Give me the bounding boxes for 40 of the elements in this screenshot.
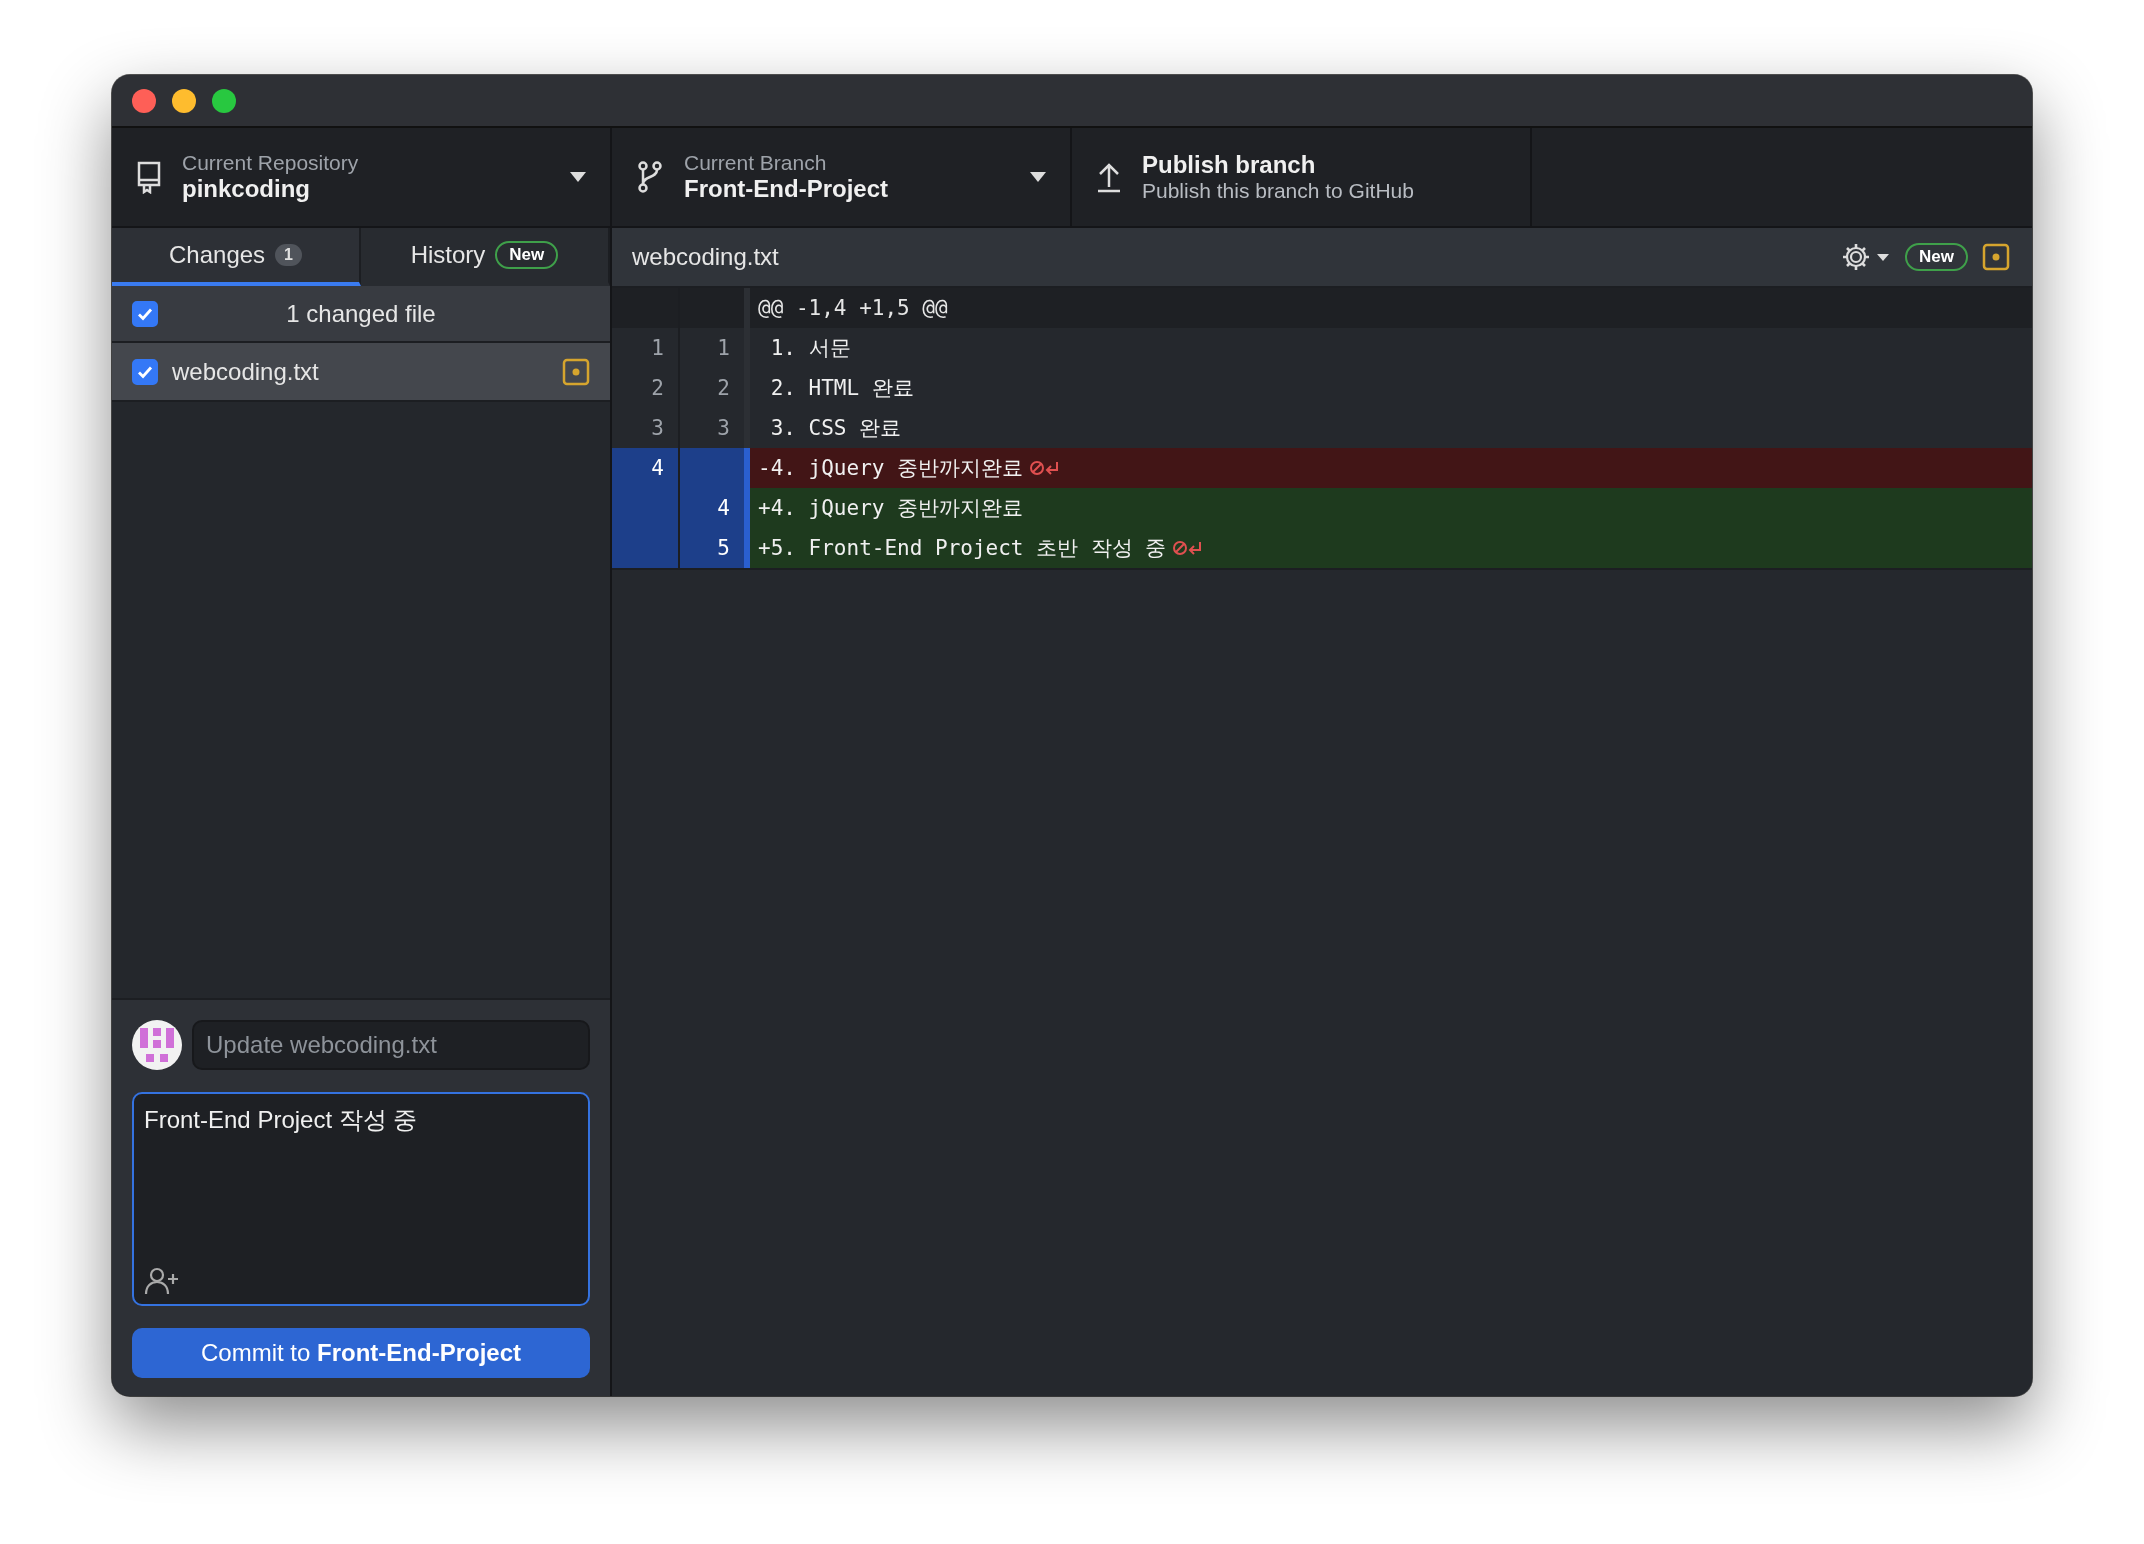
file-row[interactable]: webcoding.txt (112, 343, 610, 402)
select-all-checkbox[interactable] (132, 300, 158, 327)
branch-selector[interactable]: Current Branch Front-End-Project (612, 128, 1072, 226)
add-person-icon (144, 1266, 180, 1296)
publish-title: Publish branch (1142, 151, 1316, 179)
gutter-cell (680, 448, 750, 488)
caret-icon (1030, 172, 1046, 182)
tab[interactable]: History New (361, 228, 610, 286)
close-button[interactable] (132, 88, 156, 113)
publish-subtitle: Publish this branch to GitHub (1142, 179, 1414, 203)
summary-field[interactable]: Update webcoding.txt (192, 1020, 590, 1070)
line-number: 4 (680, 488, 750, 528)
repository-label: Current Repository (182, 151, 359, 175)
tab[interactable]: Changes 1 (112, 228, 361, 286)
new-badge: New (495, 241, 559, 269)
repository-icon (136, 160, 162, 194)
branch-icon (636, 160, 664, 194)
description-field[interactable]: Front-End Project 작성 중 (132, 1092, 590, 1306)
caret-icon (570, 172, 586, 182)
description-input[interactable]: Front-End Project 작성 중 (144, 1104, 578, 1266)
zoom-button[interactable] (212, 88, 236, 113)
hunk-header: @@ -1,4 +1,5 @@ (750, 288, 2032, 328)
minimize-button[interactable] (172, 88, 196, 113)
commit-button[interactable]: Commit to Front-End-Project (132, 1328, 590, 1378)
avatar-icon (132, 1020, 182, 1070)
line-number: 4 (612, 448, 680, 488)
file-name: webcoding.txt (172, 357, 320, 386)
diff-file-name: webcoding.txt (632, 243, 780, 271)
upload-icon (1096, 161, 1122, 193)
changed-files-label: 1 changed file (285, 299, 437, 328)
new-badge: New (1905, 243, 1968, 271)
file-checkbox[interactable] (132, 358, 158, 385)
repository-selector[interactable]: Current Repository pinkcoding (112, 128, 612, 226)
publish-button[interactable]: Publish branch Publish this branch to GitHub (1072, 128, 1532, 226)
repository-name: pinkcoding (182, 175, 310, 203)
branch-label: Current Branch (684, 151, 827, 175)
settings-icon[interactable] (1841, 241, 1892, 273)
branch-name: Front-End-Project (684, 175, 888, 203)
line-number: 5 (680, 528, 750, 568)
count-badge: 1 (275, 244, 302, 266)
